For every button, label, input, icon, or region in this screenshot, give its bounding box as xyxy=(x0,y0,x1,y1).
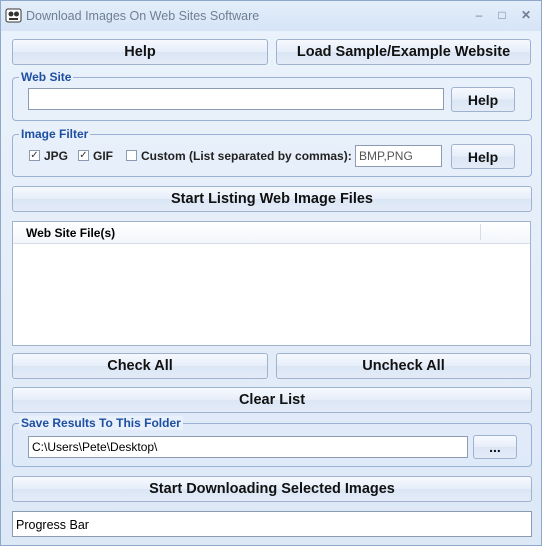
title-bar[interactable]: Download Images On Web Sites Software – … xyxy=(1,1,541,31)
website-help-button[interactable]: Help xyxy=(451,87,515,112)
custom-checkbox[interactable] xyxy=(126,150,137,161)
browse-folder-button[interactable]: ... xyxy=(473,435,517,459)
image-filter-group-label: Image Filter xyxy=(19,127,91,141)
custom-extensions-input[interactable]: BMP,PNG xyxy=(355,145,442,167)
app-window: Download Images On Web Sites Software – … xyxy=(0,0,542,546)
filter-help-button[interactable]: Help xyxy=(451,144,515,169)
load-sample-button[interactable]: Load Sample/Example Website xyxy=(276,39,531,65)
gif-label: GIF xyxy=(93,149,113,163)
maximize-button[interactable]: □ xyxy=(495,7,509,23)
close-button[interactable]: ✕ xyxy=(518,7,534,23)
clear-list-button[interactable]: Clear List xyxy=(12,387,532,413)
start-download-button[interactable]: Start Downloading Selected Images xyxy=(12,476,532,502)
column-divider[interactable] xyxy=(480,224,481,240)
website-group-label: Web Site xyxy=(19,70,74,84)
uncheck-all-button[interactable]: Uncheck All xyxy=(276,353,531,379)
file-list-header: Web Site File(s) xyxy=(13,222,530,244)
save-folder-group-label: Save Results To This Folder xyxy=(19,416,183,430)
column-header-website-files[interactable]: Web Site File(s) xyxy=(26,226,115,240)
help-button[interactable]: Help xyxy=(12,39,268,65)
start-listing-button[interactable]: Start Listing Web Image Files xyxy=(12,186,532,212)
check-all-button[interactable]: Check All xyxy=(12,353,268,379)
window-title: Download Images On Web Sites Software xyxy=(26,9,260,23)
website-url-input[interactable] xyxy=(28,88,444,110)
jpg-label: JPG xyxy=(44,149,69,163)
app-icon xyxy=(5,8,22,23)
progress-bar: Progress Bar xyxy=(12,511,532,537)
minimize-button[interactable]: – xyxy=(472,7,486,23)
save-folder-input[interactable]: C:\Users\Pete\Desktop\ xyxy=(28,436,468,458)
jpg-checkbox[interactable]: ✓ xyxy=(29,150,40,161)
progress-bar-label: Progress Bar xyxy=(16,518,89,532)
file-list[interactable]: Web Site File(s) xyxy=(12,221,531,346)
custom-label: Custom (List separated by commas): xyxy=(141,149,352,163)
gif-checkbox[interactable]: ✓ xyxy=(78,150,89,161)
